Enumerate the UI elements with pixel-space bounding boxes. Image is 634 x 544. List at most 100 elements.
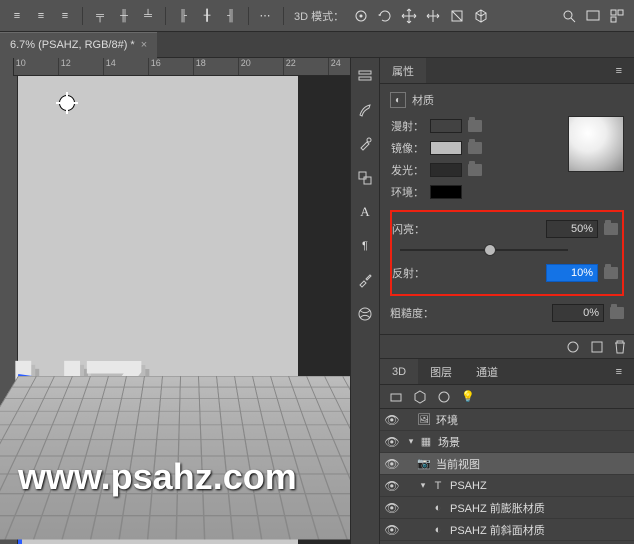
- distribute-left-icon[interactable]: ╟: [172, 5, 194, 27]
- material-preview[interactable]: [568, 116, 624, 172]
- brush-settings-panel-icon[interactable]: [355, 134, 375, 154]
- document-tabs: 6.7% (PSAHZ, RGB/8#) * ×: [0, 32, 634, 58]
- paragraph-panel-icon[interactable]: ¶: [355, 236, 375, 256]
- mesh-icon: T: [430, 478, 446, 494]
- more-icon[interactable]: ⋯: [255, 5, 277, 27]
- render-icon[interactable]: [590, 340, 604, 354]
- ambient-swatch[interactable]: [430, 185, 462, 199]
- slide-icon[interactable]: [422, 5, 444, 27]
- filter-material-icon[interactable]: [436, 389, 452, 405]
- ruler-tick: 12: [59, 58, 104, 75]
- document-tab[interactable]: 6.7% (PSAHZ, RGB/8#) * ×: [0, 32, 157, 58]
- distribute-hcenter-icon[interactable]: ╂: [196, 5, 218, 27]
- roughness-label: 粗糙度：: [390, 305, 438, 321]
- glow-label: 发光：: [390, 162, 424, 178]
- diffuse-swatch[interactable]: [430, 119, 462, 133]
- diffuse-texture-icon[interactable]: [468, 120, 482, 132]
- ruler-horizontal[interactable]: 10 12 14 16 18 20 22 24 26 28: [14, 58, 350, 76]
- distribute-vcenter-icon[interactable]: ╫: [113, 5, 135, 27]
- distribute-right-icon[interactable]: ╢: [220, 5, 242, 27]
- visibility-toggle[interactable]: 👁: [380, 413, 404, 427]
- rotate-icon[interactable]: [374, 5, 396, 27]
- scene-icon: ▦: [418, 434, 434, 450]
- trash-icon[interactable]: [614, 340, 626, 354]
- tab-properties[interactable]: 属性: [380, 58, 426, 83]
- environment-icon: 🖼: [416, 412, 432, 428]
- tool-presets-panel-icon[interactable]: [355, 270, 375, 290]
- visibility-toggle[interactable]: 👁: [380, 457, 404, 471]
- ruler-tick: 24: [329, 58, 350, 75]
- visibility-toggle[interactable]: 👁: [380, 435, 404, 449]
- shine-input[interactable]: [546, 220, 598, 238]
- filter-scene-icon[interactable]: [388, 389, 404, 405]
- specular-swatch[interactable]: [430, 141, 462, 155]
- diffuse-label: 漫射：: [390, 118, 424, 134]
- 3d-text[interactable]: HZ: [8, 336, 139, 463]
- brush-panel-icon[interactable]: [355, 100, 375, 120]
- light-gizmo-icon[interactable]: [60, 96, 74, 110]
- specular-label: 镜像：: [390, 140, 424, 156]
- ruler-tick: 10: [14, 58, 59, 75]
- shine-texture-icon[interactable]: [604, 223, 618, 235]
- layer-environment[interactable]: 👁 🖼 环境: [380, 409, 634, 431]
- cube-icon[interactable]: [470, 5, 492, 27]
- glow-texture-icon[interactable]: [468, 164, 482, 176]
- filter-light-icon[interactable]: 💡: [460, 389, 476, 405]
- shine-slider[interactable]: [400, 242, 568, 258]
- reflect-label: 反射：: [392, 265, 434, 281]
- history-panel-icon[interactable]: [355, 66, 375, 86]
- glow-swatch[interactable]: [430, 163, 462, 177]
- ruler-origin[interactable]: [0, 58, 14, 76]
- layer-scene[interactable]: 👁 ▾ ▦ 场景: [380, 431, 634, 453]
- tab-layers[interactable]: 图层: [418, 359, 464, 384]
- specular-texture-icon[interactable]: [468, 142, 482, 154]
- ambient-label: 环境：: [390, 184, 424, 200]
- layer-group[interactable]: 👁 ▾ T PSAHZ: [380, 475, 634, 497]
- panel-menu-icon[interactable]: ≡: [604, 58, 634, 83]
- separator: [283, 7, 284, 25]
- align-left-icon[interactable]: ≡: [6, 5, 28, 27]
- roughness-texture-icon[interactable]: [610, 307, 624, 319]
- ruler-tick: 22: [284, 58, 329, 75]
- workspace-icon[interactable]: [606, 5, 628, 27]
- camera-icon: 📷: [416, 456, 432, 472]
- orbit-icon[interactable]: [350, 5, 372, 27]
- properties-panel-tabs: 属性 ≡: [380, 58, 634, 84]
- layer-material[interactable]: 👁 ◐ PSAHZ 前斜面材质: [380, 519, 634, 541]
- layer-material[interactable]: 👁 ◐ PSAHZ 前膨胀材质: [380, 497, 634, 519]
- distribute-top-icon[interactable]: ╤: [89, 5, 111, 27]
- material-icon: ◐: [430, 522, 446, 538]
- visibility-toggle[interactable]: 👁: [380, 479, 404, 493]
- libraries-panel-icon[interactable]: [355, 304, 375, 324]
- align-center-icon[interactable]: ≡: [30, 5, 52, 27]
- tab-3d[interactable]: 3D: [380, 359, 418, 384]
- reflect-texture-icon[interactable]: [604, 267, 618, 279]
- search-icon[interactable]: [558, 5, 580, 27]
- tab-channels[interactable]: 通道: [464, 359, 510, 384]
- disclosure-icon[interactable]: ▾: [416, 480, 430, 491]
- distribute-bottom-icon[interactable]: ╧: [137, 5, 159, 27]
- annotation-highlight: 闪亮： 反射：: [390, 210, 624, 296]
- close-icon[interactable]: ×: [141, 39, 147, 51]
- screen-mode-icon[interactable]: [582, 5, 604, 27]
- render-settings-icon[interactable]: [566, 340, 580, 354]
- canvas-area: 10 12 14 16 18 20 22 24 26 28 HZ: [0, 58, 350, 544]
- visibility-toggle[interactable]: 👁: [380, 501, 404, 515]
- disclosure-icon[interactable]: ▾: [404, 436, 418, 447]
- layer-current-view[interactable]: 👁 📷 当前视图: [380, 453, 634, 475]
- collapsed-panel-dock: A ¶: [350, 58, 380, 544]
- character-panel-icon[interactable]: A: [355, 202, 375, 222]
- filter-mesh-icon[interactable]: [412, 389, 428, 405]
- ruler-tick: 18: [194, 58, 239, 75]
- pan-icon[interactable]: [398, 5, 420, 27]
- axis-z-gizmo[interactable]: [18, 374, 236, 409]
- panel-menu-icon[interactable]: ≡: [604, 359, 634, 384]
- clone-source-panel-icon[interactable]: [355, 168, 375, 188]
- visibility-toggle[interactable]: 👁: [380, 523, 404, 537]
- 3d-filter-bar: 💡: [380, 385, 634, 409]
- roughness-input[interactable]: [552, 304, 604, 322]
- material-icon: ◐: [430, 500, 446, 516]
- reflect-input[interactable]: [546, 264, 598, 282]
- scale-icon[interactable]: [446, 5, 468, 27]
- align-right-icon[interactable]: ≡: [54, 5, 76, 27]
